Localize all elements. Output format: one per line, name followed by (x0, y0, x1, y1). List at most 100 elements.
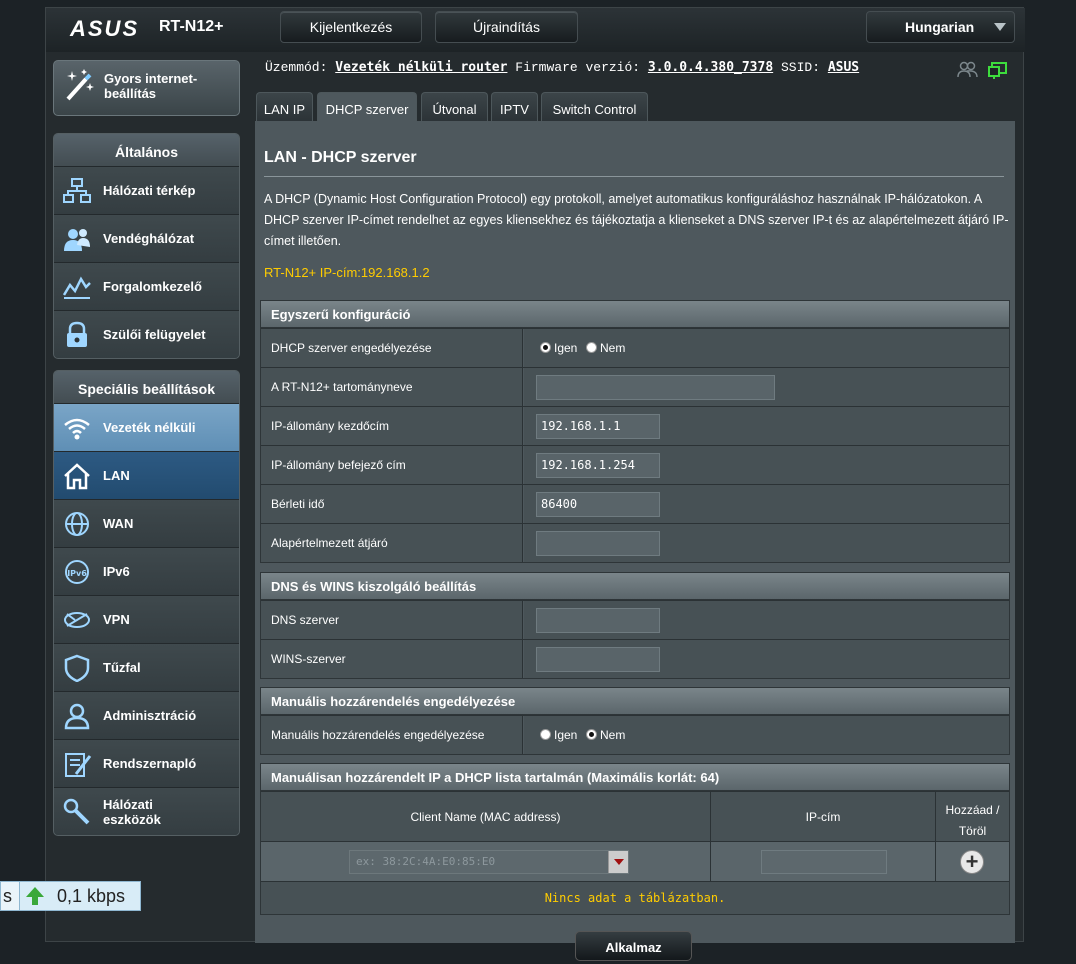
traffic-manager-icon (62, 276, 91, 299)
magic-wand-icon (66, 69, 94, 101)
guest-network-icon (64, 229, 90, 251)
network-connected-icon[interactable] (988, 62, 1007, 79)
sidebar-item-label: Vezeték nélküli (103, 420, 196, 435)
default-gateway-label: Alapértelmezett átjáró (261, 524, 523, 562)
ip-pool-end-input[interactable]: 192.168.1.254 (536, 453, 660, 478)
basic-config-title: Egyszerű konfiguráció (261, 301, 1009, 328)
sidebar-item-label: Hálózati eszközök (103, 797, 161, 827)
svg-text:IPv6: IPv6 (67, 569, 87, 578)
col-ip-address: IP-cím (711, 792, 936, 842)
dhcp-list-input-row: ex: 38:2C:4A:E0:85:E0 + (261, 841, 1009, 882)
ssid-link[interactable]: ASUS (828, 60, 859, 75)
router-ui-frame: ASUS RT-N12+ Kijelentkezés Újraindítás H… (45, 7, 1025, 961)
dns-server-input[interactable] (536, 608, 660, 633)
domain-name-row: A RT-N12+ tartományneve (261, 367, 1009, 406)
manual-assign-no-radio[interactable]: Nem (586, 728, 625, 742)
sidebar-item-firewall[interactable]: Tűzfal (54, 643, 239, 691)
sidebar-item-parental-control[interactable]: Szülői felügyelet (54, 310, 239, 358)
lease-time-input[interactable]: 86400 (536, 492, 660, 517)
sidebar-item-network-tools[interactable]: Hálózati eszközök (54, 787, 239, 835)
sidebar-item-label: VPN (103, 612, 130, 627)
wifi-icon (64, 418, 90, 440)
general-menu: Általános Hálózati térkép Vendéghálózat (53, 133, 240, 359)
mac-address-select[interactable]: ex: 38:2C:4A:E0:85:E0 (349, 850, 629, 874)
sidebar-item-vpn[interactable]: VPN (54, 595, 239, 643)
dropdown-arrow-icon[interactable] (608, 851, 628, 873)
sidebar-item-lan[interactable]: LAN (54, 451, 239, 499)
model-name: RT-N12+ (159, 18, 224, 35)
ssid-label: SSID: (780, 60, 820, 75)
sidebar-item-label: Forgalomkezelő (103, 279, 202, 294)
logout-button[interactable]: Kijelentkezés (280, 11, 422, 43)
home-icon (64, 463, 90, 490)
parental-control-icon (67, 321, 87, 347)
sidebar-item-wan[interactable]: WAN (54, 499, 239, 547)
clients-icon[interactable] (957, 61, 978, 78)
sidebar-item-guest-network[interactable]: Vendéghálózat (54, 214, 239, 262)
sidebar-item-wireless[interactable]: Vezeték nélküli (54, 403, 239, 451)
vpn-icon (64, 612, 90, 628)
manual-assign-row: Manuális hozzárendelés engedélyezése Ige… (261, 715, 1009, 754)
status-bar: Üzemmód: Vezeték nélküli router Firmware… (265, 60, 859, 75)
dns-server-row: DNS szerver (261, 600, 1009, 639)
general-menu-title: Általános (54, 134, 239, 166)
ip-pool-start-input[interactable]: 192.168.1.1 (536, 414, 660, 439)
add-entry-button[interactable]: + (960, 850, 984, 874)
sidebar-item-label: Hálózati térkép (103, 183, 196, 198)
sidebar-item-label: Vendéghálózat (103, 231, 195, 246)
dhcp-list-header: Client Name (MAC address) IP-cím Hozzáad… (261, 791, 1009, 842)
wins-server-label: WINS-szerver (261, 640, 523, 678)
sidebar-item-ipv6[interactable]: IPv6 IPv6 (54, 547, 239, 595)
sidebar-item-system-log[interactable]: Rendszernapló (54, 739, 239, 787)
sidebar-item-label: Adminisztráció (103, 708, 197, 723)
sidebar-item-traffic-manager[interactable]: Forgalomkezelő (54, 262, 239, 310)
manual-assign-section: Manuális hozzárendelés engedélyezése Man… (260, 687, 1010, 755)
ip-pool-end-label: IP-állomány befejező cím (261, 446, 523, 484)
system-log-icon (65, 753, 92, 777)
domain-name-input[interactable] (536, 375, 775, 400)
reboot-button[interactable]: Újraindítás (435, 11, 578, 43)
status-icons (957, 61, 1007, 79)
mode-link[interactable]: Vezeték nélküli router (335, 60, 507, 75)
sidebar-item-label: Tűzfal (103, 660, 141, 675)
sidebar-item-network-map[interactable]: Hálózati térkép (54, 166, 239, 214)
sidebar-item-label: Szülői felügyelet (103, 327, 206, 342)
lease-time-label: Bérleti idő (261, 485, 523, 523)
manual-assign-yes-radio[interactable]: Igen (540, 728, 577, 742)
tab-route[interactable]: Útvonal (421, 92, 488, 122)
default-gateway-input[interactable] (536, 531, 660, 556)
dhcp-enable-row: DHCP szerver engedélyezése Igen Nem (261, 328, 1009, 367)
network-speed-meter: s 0,1 kbps (0, 881, 141, 911)
ip-pool-start-label: IP-állomány kezdőcím (261, 407, 523, 445)
page-description: A DHCP (Dynamic Host Configuration Proto… (264, 192, 1009, 248)
sidebar-item-label: IPv6 (103, 564, 130, 579)
quick-setup-button[interactable]: Gyors internet- beállítás (53, 60, 240, 116)
tab-switch-control[interactable]: Switch Control (541, 92, 648, 122)
sidebar-item-label: WAN (103, 516, 134, 531)
dns-wins-section: DNS és WINS kiszolgáló beállítás DNS sze… (260, 572, 1010, 679)
wins-server-row: WINS-szerver (261, 639, 1009, 678)
tab-lan-ip[interactable]: LAN IP (256, 92, 313, 122)
dhcp-list-title: Manuálisan hozzárendelt IP a DHCP lista … (261, 764, 1009, 791)
mac-address-placeholder: ex: 38:2C:4A:E0:85:E0 (356, 855, 496, 868)
wins-server-input[interactable] (536, 647, 660, 672)
top-header: ASUS RT-N12+ Kijelentkezés Újraindítás H… (46, 8, 1025, 52)
tab-iptv[interactable]: IPTV (491, 92, 538, 122)
ip-address-input[interactable] (761, 850, 887, 874)
admin-user-icon (64, 703, 90, 730)
tab-dhcp-server[interactable]: DHCP szerver (317, 92, 417, 122)
globe-icon (65, 512, 89, 536)
meter-left-label: s (1, 882, 20, 910)
sidebar-item-label: LAN (103, 468, 130, 483)
manual-assign-title: Manuális hozzárendelés engedélyezése (261, 688, 1009, 715)
dhcp-enable-yes-radio[interactable]: Igen (540, 341, 577, 355)
apply-button[interactable]: Alkalmaz (575, 931, 692, 961)
dhcp-enable-label: DHCP szerver engedélyezése (261, 329, 523, 367)
dhcp-enable-no-radio[interactable]: Nem (586, 341, 625, 355)
chevron-down-icon (994, 23, 1006, 31)
main-panel: LAN - DHCP szerver A DHCP (Dynamic Host … (255, 121, 1015, 961)
firmware-link[interactable]: 3.0.0.4.380_7378 (648, 60, 773, 75)
mode-label: Üzemmód: (265, 60, 328, 75)
sidebar-item-administration[interactable]: Adminisztráció (54, 691, 239, 739)
language-select[interactable]: Hungarian (866, 11, 1015, 43)
